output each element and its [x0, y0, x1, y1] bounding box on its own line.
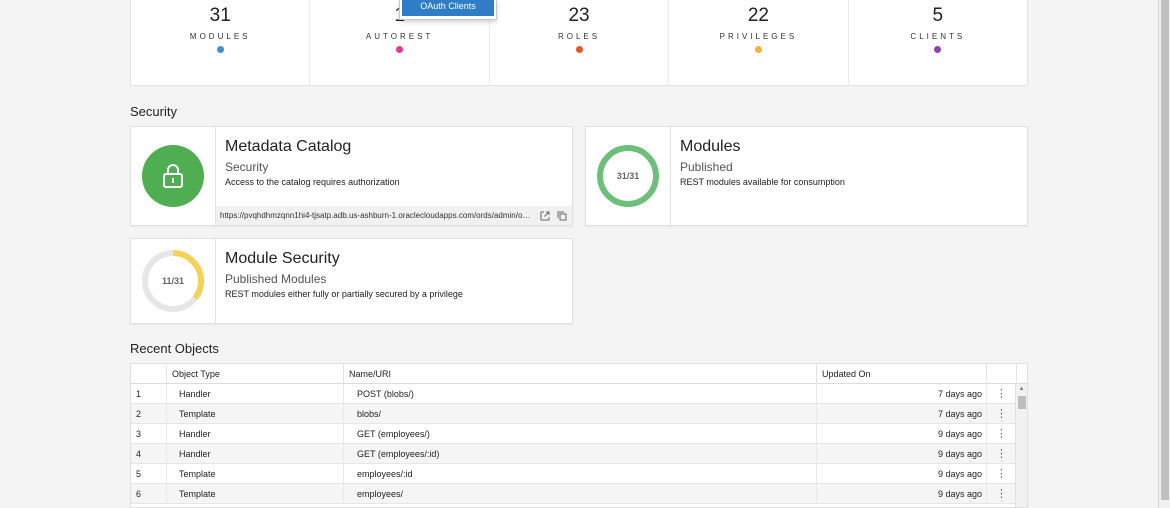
- column-header-name-uri[interactable]: Name/URI: [344, 364, 817, 384]
- kebab-menu-icon[interactable]: ⋮: [987, 464, 1017, 484]
- stat-dot: [754, 46, 762, 53]
- row-name-uri[interactable]: GET (employees/): [344, 424, 817, 444]
- row-updated-on: 9 days ago: [817, 444, 987, 464]
- stat-label: AUTOREST: [365, 32, 434, 41]
- stat-label: ROLES: [557, 32, 601, 41]
- row-index: 6: [131, 484, 167, 504]
- card-description: REST modules available for consumption: [680, 177, 845, 187]
- row-index: 2: [131, 404, 167, 424]
- column-header-index: [131, 364, 167, 384]
- row-object-type: Handler: [167, 444, 344, 464]
- row-name-uri[interactable]: POST (blobs/): [344, 384, 817, 404]
- row-updated-on: 7 days ago: [817, 404, 987, 424]
- table-row[interactable]: 2 Template blobs/ 7 days ago ⋮: [131, 404, 1017, 424]
- table-scrollbar[interactable]: ▲: [1015, 384, 1027, 507]
- column-header-actions: [987, 364, 1017, 384]
- card-description: Access to the catalog requires authoriza…: [225, 177, 400, 187]
- lock-icon: [163, 164, 183, 188]
- module-security-progress-ring: 11/31: [140, 248, 206, 314]
- card-body: Modules Published REST modules available…: [680, 137, 1021, 188]
- copy-icon[interactable]: [556, 210, 568, 222]
- table-row[interactable]: 6 Template employees/ 9 days ago ⋮: [131, 484, 1017, 504]
- card-icon-area: 31/31: [586, 127, 671, 225]
- row-updated-on: 7 days ago: [817, 384, 987, 404]
- stat-clients[interactable]: 5 CLIENTS: [849, 0, 1027, 85]
- table-scrollbar-thumb[interactable]: [1018, 396, 1026, 409]
- lock-icon-circle: [142, 145, 204, 207]
- dropdown-menu: OAuth Clients: [399, 0, 497, 20]
- card-metadata-catalog[interactable]: Metadata Catalog Security Access to the …: [130, 126, 573, 226]
- catalog-url-bar: https://pvqhdhmzqnn1hi4-tjsatp.adb.us-as…: [216, 206, 572, 225]
- row-name-uri[interactable]: employees/: [344, 484, 817, 504]
- kebab-menu-icon[interactable]: ⋮: [987, 484, 1017, 504]
- row-object-type: Template: [167, 404, 344, 424]
- stat-count: 5: [932, 5, 944, 26]
- card-title: Module Security: [225, 250, 340, 267]
- card-modules[interactable]: 31/31 Modules Published REST modules ava…: [585, 126, 1028, 226]
- external-link-icon[interactable]: [539, 210, 551, 222]
- stat-label: MODULES: [189, 32, 251, 41]
- table-header: Object Type Name/URI Updated On: [131, 364, 1027, 384]
- stat-modules[interactable]: 31 MODULES: [131, 0, 311, 85]
- stat-label: PRIVILEGES: [719, 32, 798, 41]
- row-updated-on: 9 days ago: [817, 424, 987, 444]
- card-module-security[interactable]: 11/31 Module Security Published Modules …: [130, 238, 573, 324]
- column-header-updated-on[interactable]: Updated On: [817, 364, 987, 384]
- table-row[interactable]: 1 Handler POST (blobs/) 7 days ago ⋮: [131, 384, 1017, 404]
- card-icon-area: [131, 127, 216, 225]
- card-body: Module Security Published Modules REST m…: [225, 249, 566, 300]
- stat-dot: [934, 46, 942, 53]
- stat-count: 23: [568, 5, 590, 26]
- page-scrollbar-thumb[interactable]: [1161, 0, 1169, 500]
- column-header-object-type[interactable]: Object Type: [167, 364, 344, 384]
- row-object-type: Template: [167, 484, 344, 504]
- stat-count: 22: [747, 5, 769, 26]
- row-updated-on: 9 days ago: [817, 484, 987, 504]
- row-index: 3: [131, 424, 167, 444]
- row-object-type: Handler: [167, 424, 344, 444]
- kebab-menu-icon[interactable]: ⋮: [987, 424, 1017, 444]
- card-subtitle: Security: [225, 160, 269, 174]
- row-index: 5: [131, 464, 167, 484]
- stat-dot: [575, 46, 583, 53]
- card-icon-area: 11/31: [131, 239, 216, 323]
- kebab-menu-icon[interactable]: ⋮: [987, 384, 1017, 404]
- ring-label: 31/31: [616, 171, 640, 181]
- summary-stats: 31 MODULES 1 AUTOREST 23 ROLES 22 PRIVIL…: [130, 0, 1028, 86]
- stat-privileges[interactable]: 22 PRIVILEGES: [669, 0, 849, 85]
- scroll-up-arrow-icon[interactable]: ▲: [1016, 386, 1027, 392]
- card-subtitle: Published: [680, 160, 733, 174]
- menu-item-oauth-clients[interactable]: OAuth Clients: [402, 0, 494, 16]
- row-name-uri[interactable]: GET (employees/:id): [344, 444, 817, 464]
- stat-roles[interactable]: 23 ROLES: [490, 0, 670, 85]
- section-title-recent-objects: Recent Objects: [130, 341, 219, 356]
- modules-progress-ring: 31/31: [595, 143, 661, 209]
- row-index: 1: [131, 384, 167, 404]
- stat-label: CLIENTS: [910, 32, 966, 41]
- page-scrollbar[interactable]: [1158, 0, 1170, 508]
- table-row[interactable]: 5 Template employees/:id 9 days ago ⋮: [131, 464, 1017, 484]
- stat-dot: [216, 46, 224, 53]
- card-title: Metadata Catalog: [225, 138, 352, 155]
- table-row[interactable]: 4 Handler GET (employees/:id) 9 days ago…: [131, 444, 1017, 464]
- row-index: 4: [131, 444, 167, 464]
- table-row[interactable]: 3 Handler GET (employees/) 9 days ago ⋮: [131, 424, 1017, 444]
- section-title-security: Security: [130, 104, 177, 119]
- row-name-uri[interactable]: employees/:id: [344, 464, 817, 484]
- catalog-url[interactable]: https://pvqhdhmzqnn1hi4-tjsatp.adb.us-as…: [220, 211, 534, 220]
- row-name-uri[interactable]: blobs/: [344, 404, 817, 424]
- card-body: Metadata Catalog Security Access to the …: [225, 137, 566, 188]
- card-title: Modules: [680, 138, 741, 155]
- recent-objects-table: Object Type Name/URI Updated On 1 Handle…: [130, 363, 1028, 508]
- card-description: REST modules either fully or partially s…: [225, 289, 463, 299]
- row-object-type: Template: [167, 464, 344, 484]
- card-subtitle: Published Modules: [225, 272, 327, 286]
- ring-label: 11/31: [161, 276, 185, 286]
- row-object-type: Handler: [167, 384, 344, 404]
- kebab-menu-icon[interactable]: ⋮: [987, 444, 1017, 464]
- stat-dot: [396, 46, 404, 53]
- stat-count: 31: [209, 5, 231, 26]
- row-updated-on: 9 days ago: [817, 464, 987, 484]
- kebab-menu-icon[interactable]: ⋮: [987, 404, 1017, 424]
